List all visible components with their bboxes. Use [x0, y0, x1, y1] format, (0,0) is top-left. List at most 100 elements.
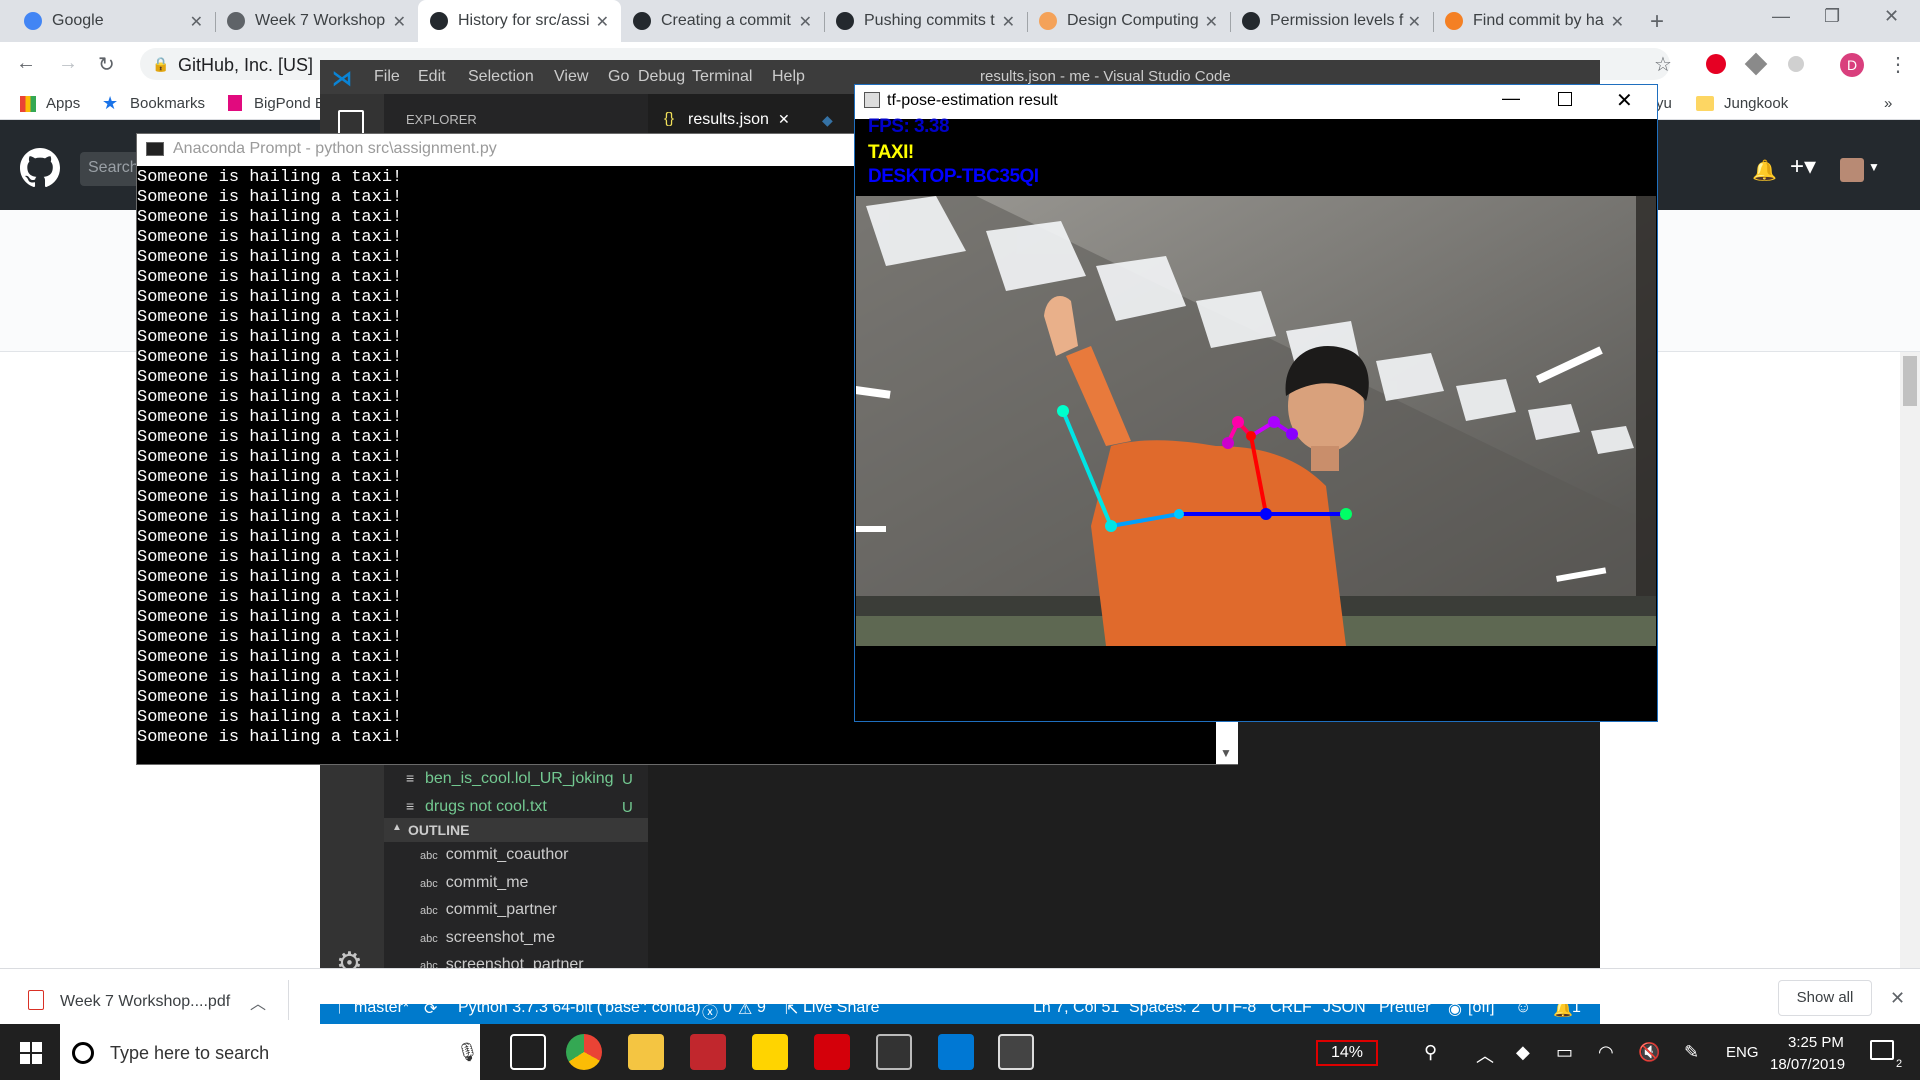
battery-indicator[interactable]: 14% [1316, 1040, 1378, 1066]
tab-close-icon[interactable]: ✕ [778, 111, 790, 128]
vscode-menu-item[interactable]: Edit [418, 68, 446, 86]
vscode-menu-item[interactable]: Help [772, 68, 805, 86]
chrome-taskbar-icon[interactable] [566, 1034, 602, 1070]
restore-icon[interactable]: ❐ [1824, 6, 1840, 27]
bookmark-jungkook[interactable]: Jungkook [1724, 95, 1788, 112]
vscode-menu-item[interactable]: View [554, 68, 588, 86]
tab-close-icon[interactable]: ✕ [1408, 12, 1421, 32]
menu-icon[interactable]: ⋮ [1888, 52, 1908, 77]
acrobat-icon[interactable] [814, 1034, 850, 1070]
browser-tab[interactable]: Pushing commits t ✕ [824, 0, 1027, 42]
sticky-notes-icon[interactable] [752, 1034, 788, 1070]
star-icon[interactable]: ☆ [1654, 52, 1672, 77]
outline-item[interactable]: abc commit_me [420, 874, 528, 892]
vscode-menu-item[interactable]: Go [608, 68, 629, 86]
vscode-menu-item[interactable]: Debug [638, 68, 685, 86]
volume-icon[interactable]: 🔇 [1638, 1042, 1660, 1063]
browser-tab[interactable]: Find commit by ha ✕ [1433, 0, 1636, 42]
pen-icon[interactable]: ✎ [1684, 1042, 1699, 1063]
vscode-menu-item[interactable]: Terminal [692, 68, 752, 86]
close-downloads-icon[interactable]: ✕ [1890, 988, 1905, 1009]
windows-start-icon[interactable] [20, 1042, 42, 1064]
tab-close-icon[interactable]: ✕ [190, 12, 203, 32]
clock-time[interactable]: 3:25 PM [1788, 1034, 1844, 1051]
tab-close-icon[interactable]: ✕ [1205, 12, 1218, 32]
file-item[interactable]: drugs not cool.txt [425, 798, 547, 816]
bookmark-yu[interactable]: yu [1656, 95, 1672, 112]
page-scrollbar-thumb[interactable] [1903, 356, 1917, 406]
console-line: Someone is hailing a taxi! [137, 688, 403, 707]
browser-tab[interactable]: Design Computing ✕ [1027, 0, 1230, 42]
github-logo-icon[interactable] [20, 148, 60, 188]
minimize-icon[interactable]: — [1772, 6, 1790, 27]
file-icon: ≡ [406, 798, 415, 814]
pose-maximize-icon[interactable] [1558, 92, 1572, 106]
input-language[interactable]: ENG [1726, 1044, 1759, 1061]
apps-icon[interactable] [20, 96, 36, 112]
file-item[interactable]: ben_is_cool.lol_UR_joking [425, 770, 614, 788]
file-explorer-icon[interactable] [628, 1034, 664, 1070]
tab-close-icon[interactable]: ✕ [393, 12, 406, 32]
tab-close-icon[interactable]: ✕ [1002, 12, 1015, 32]
vscode-taskbar-icon[interactable] [938, 1034, 974, 1070]
more-bookmarks[interactable]: » [1884, 95, 1892, 112]
opera-extension-icon[interactable] [1706, 54, 1726, 74]
show-hidden-icons[interactable]: ︿ [1476, 1042, 1494, 1068]
close-window-icon[interactable]: ✕ [1884, 6, 1899, 27]
console-icon [146, 142, 164, 156]
clock-date[interactable]: 18/07/2019 [1770, 1056, 1845, 1073]
browser-tab[interactable]: History for src/assi ✕ [418, 0, 621, 42]
new-tab-button[interactable]: + [1650, 8, 1664, 36]
tab-close-icon[interactable]: ✕ [596, 12, 609, 32]
pose-close-icon[interactable]: ✕ [1616, 88, 1633, 113]
browser-tab[interactable]: Week 7 Workshop ✕ [215, 0, 418, 42]
console-line: Someone is hailing a taxi! [137, 508, 403, 527]
task-view-icon[interactable] [510, 1034, 546, 1070]
browser-tab[interactable]: Google ✕ [12, 0, 215, 42]
tab-label: History for src/assi [458, 12, 590, 29]
profile-avatar[interactable]: D [1840, 53, 1864, 77]
page-scrollbar[interactable] [1900, 352, 1920, 972]
action-center-icon[interactable] [1870, 1040, 1894, 1060]
collapse-icon[interactable]: ▲ [392, 822, 402, 833]
browser-tab[interactable]: Creating a commit ✕ [621, 0, 824, 42]
extension-icon-2[interactable] [1788, 56, 1804, 72]
bookmark-bigpond[interactable]: BigPond E [254, 95, 325, 112]
people-icon[interactable]: ⚲ [1424, 1042, 1437, 1063]
power-icon[interactable]: ▭ [1556, 1042, 1573, 1063]
file-status: U [622, 799, 633, 816]
sketchup-icon[interactable] [690, 1034, 726, 1070]
avatar-caret-icon[interactable]: ▼ [1868, 160, 1880, 174]
reload-icon[interactable]: ↻ [98, 52, 115, 77]
outline-item[interactable]: abc commit_partner [420, 901, 557, 919]
pose-window-taskbar-icon[interactable] [998, 1034, 1034, 1070]
scroll-down-icon[interactable]: ▼ [1220, 746, 1232, 760]
tab-close-icon[interactable]: ✕ [1611, 12, 1624, 32]
outline-item[interactable]: abc commit_coauthor [420, 846, 568, 864]
wifi-icon[interactable]: ◠ [1598, 1042, 1614, 1063]
explorer-label: EXPLORER [406, 112, 477, 127]
window-icon [864, 92, 880, 108]
show-all-button[interactable]: Show all [1778, 980, 1872, 1016]
plus-dropdown-icon[interactable]: +▾ [1790, 152, 1816, 181]
microphone-icon[interactable]: 🎙 [456, 1042, 479, 1063]
command-prompt-icon[interactable] [876, 1034, 912, 1070]
pose-minimize-icon[interactable]: — [1502, 88, 1520, 109]
console-line: Someone is hailing a taxi! [137, 568, 403, 587]
download-item[interactable]: Week 7 Workshop....pdf [60, 993, 230, 1011]
bell-icon[interactable]: 🔔 [1752, 158, 1777, 183]
user-avatar[interactable] [1840, 158, 1864, 182]
download-chevron-icon[interactable]: ︿ [250, 990, 266, 1014]
tab-results-json[interactable]: results.json [688, 111, 769, 129]
outline-item[interactable]: abc screenshot_me [420, 929, 555, 947]
tab-close-icon[interactable]: ✕ [799, 12, 812, 32]
vscode-menu-item[interactable]: File [374, 68, 400, 86]
browser-tab[interactable]: Permission levels f ✕ [1230, 0, 1433, 42]
back-icon[interactable]: ← [16, 52, 36, 75]
vscode-menu-item[interactable]: Selection [468, 68, 534, 86]
bookmark-apps[interactable]: Apps [46, 95, 80, 112]
bookmark-bookmarks[interactable]: Bookmarks [130, 95, 205, 112]
dropbox-icon[interactable]: ◆ [1516, 1042, 1530, 1063]
lock-icon: 🔒 [152, 56, 170, 72]
forward-icon[interactable]: → [58, 52, 78, 75]
